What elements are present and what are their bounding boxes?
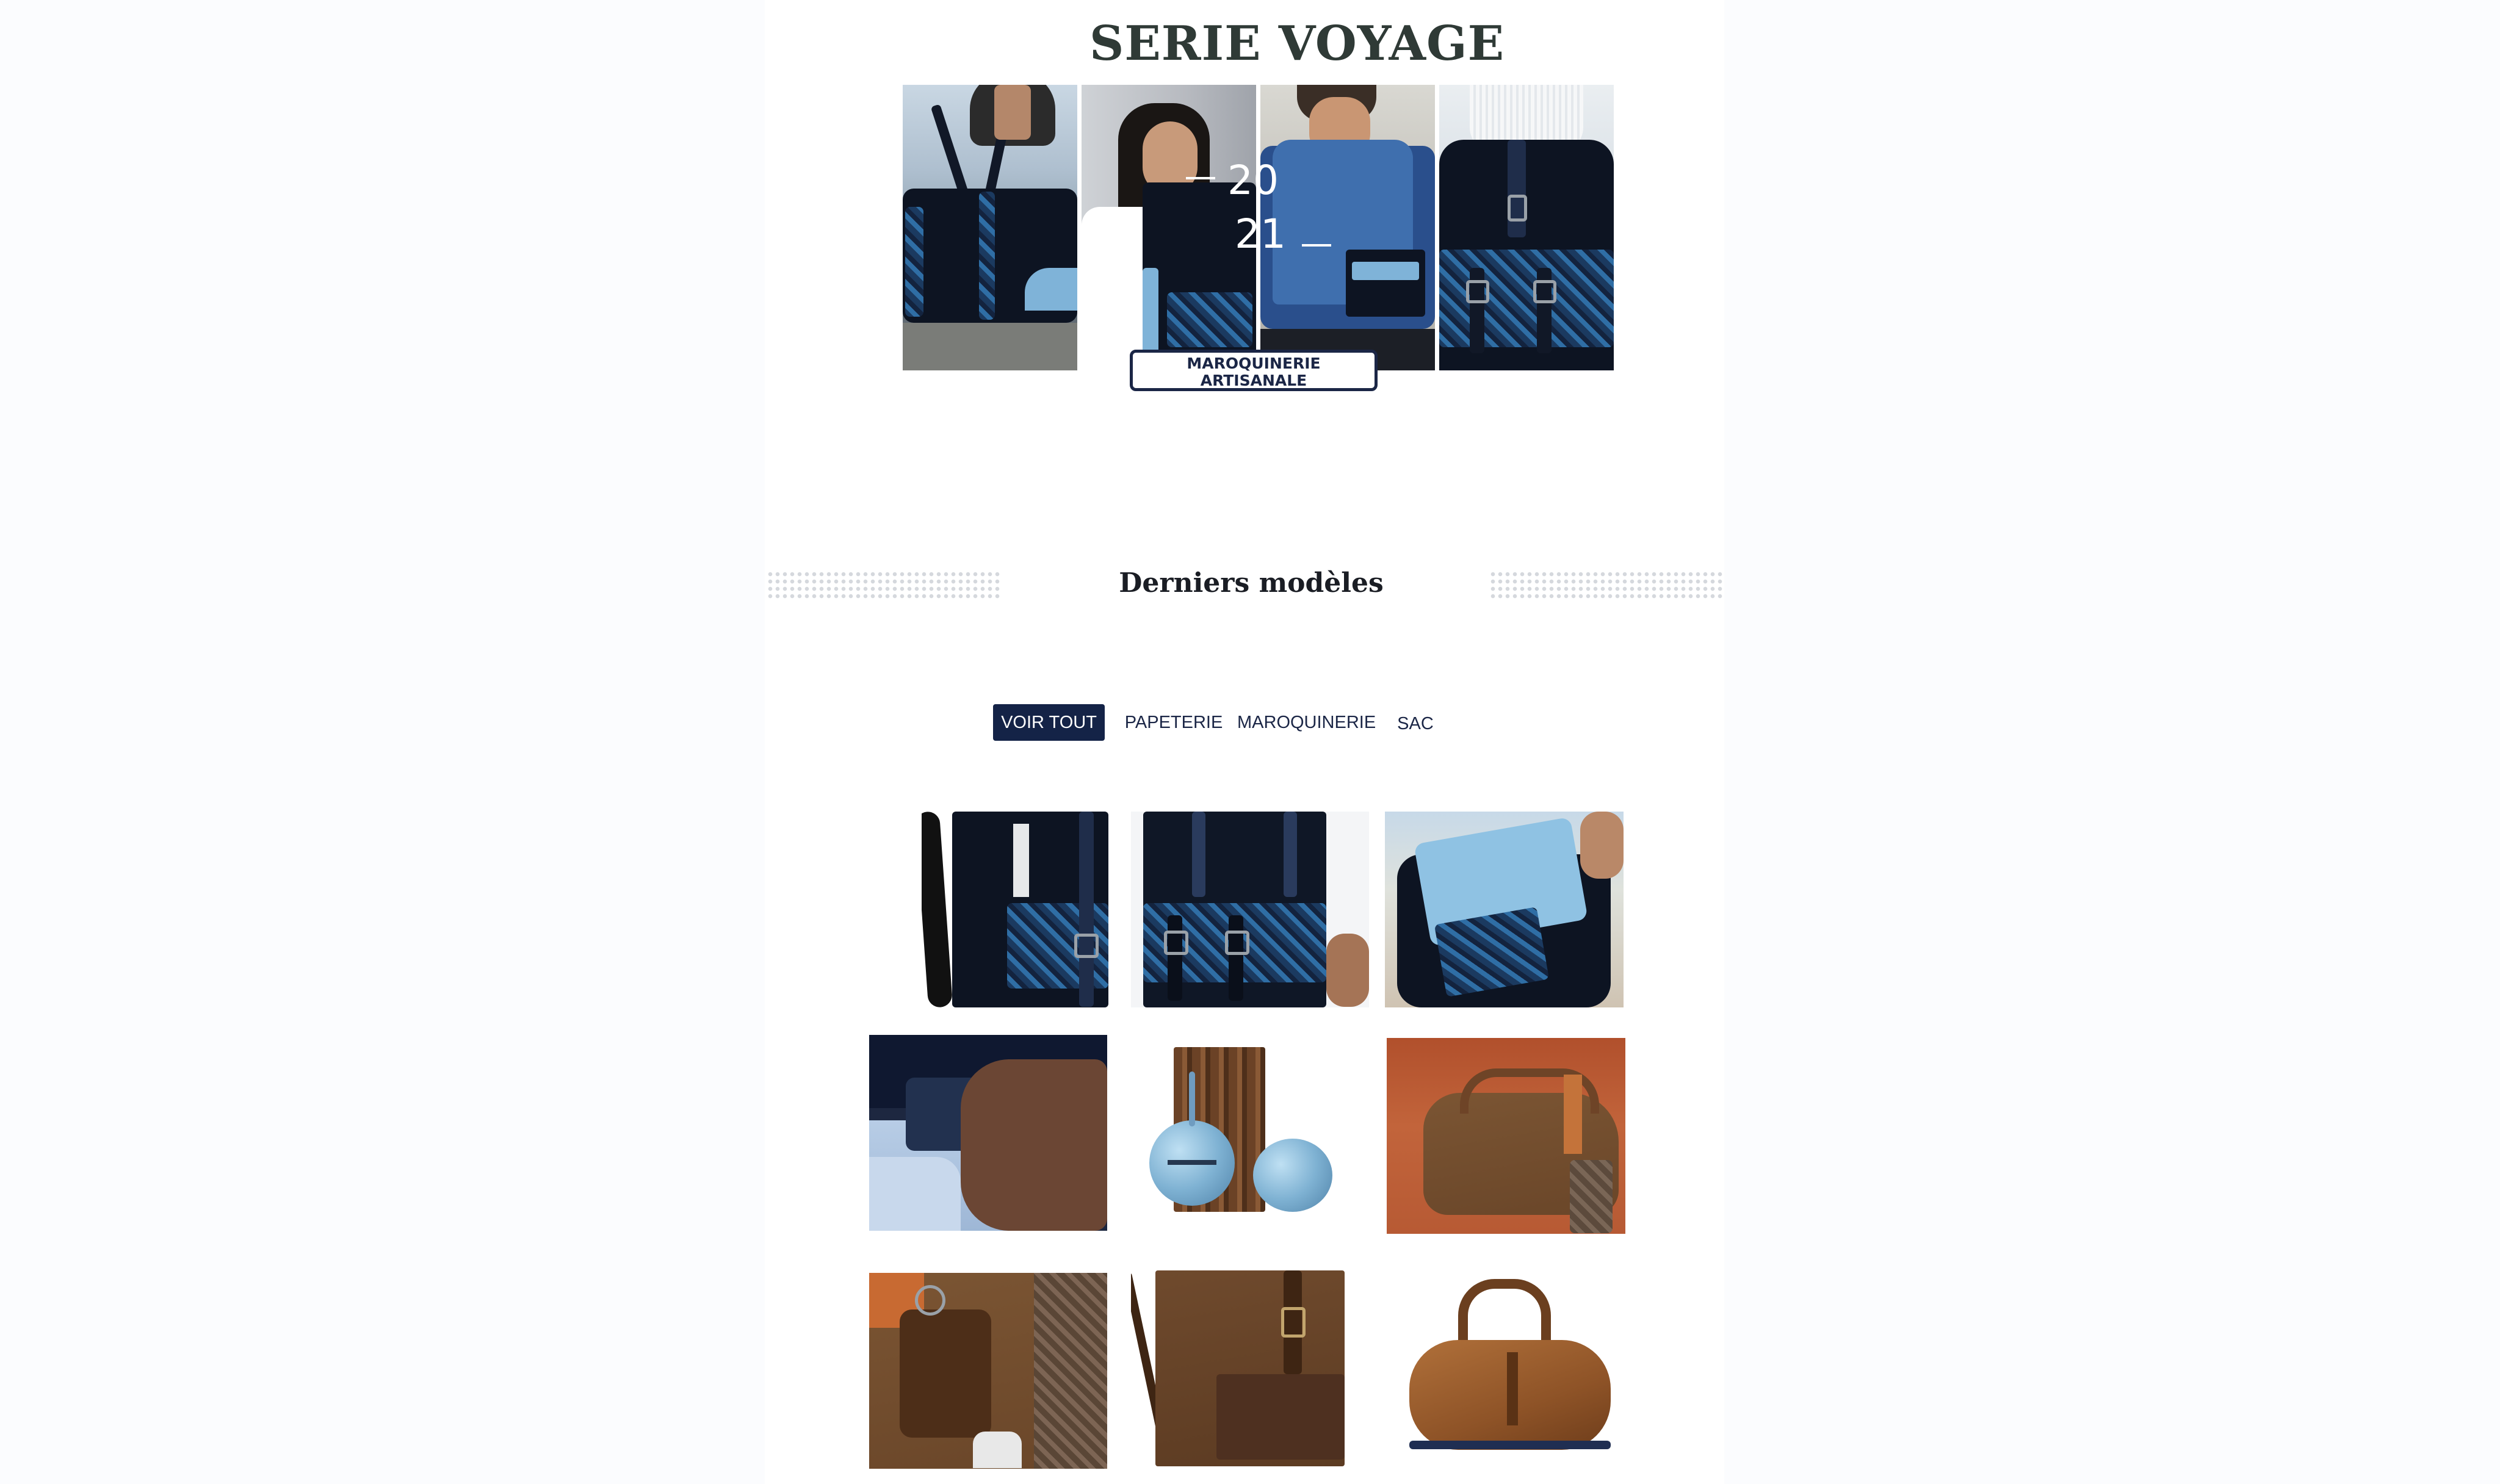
- filter-sac[interactable]: SAC: [1392, 705, 1439, 742]
- section-title: Derniers modèles: [1119, 567, 1384, 599]
- filter-maroquinerie[interactable]: MAROQUINERIE: [1237, 704, 1376, 741]
- year-dash-top: [1186, 177, 1215, 179]
- product-tile[interactable]: [1131, 1035, 1369, 1231]
- filter-voir-tout[interactable]: VOIR TOUT: [993, 704, 1105, 741]
- hero-title: SERIE VOYAGE: [1089, 13, 1504, 74]
- year-top: 20: [1227, 157, 1279, 204]
- product-tile[interactable]: [922, 812, 1108, 1007]
- badge-line-1: MAROQUINERIE: [1187, 355, 1321, 372]
- product-tile[interactable]: [1131, 812, 1369, 1007]
- year-bottom: 21: [1235, 211, 1286, 258]
- product-tile[interactable]: [1385, 1267, 1624, 1463]
- product-tile[interactable]: [869, 1035, 1107, 1231]
- product-tile[interactable]: [869, 1273, 1107, 1469]
- product-tile[interactable]: [1385, 812, 1624, 1007]
- product-tile[interactable]: [1387, 1038, 1625, 1234]
- dots-right-decoration: [1489, 571, 1725, 601]
- year-dash-bottom: [1302, 244, 1331, 247]
- banner-photo-1: [903, 85, 1077, 370]
- dots-left-decoration: [767, 571, 1002, 601]
- banner-photo-4: [1439, 85, 1614, 370]
- page: SERIE VOYAGE: [0, 0, 2500, 1484]
- banner-photo-3: [1260, 85, 1435, 370]
- product-tile[interactable]: [1131, 1270, 1369, 1466]
- banner-photo-2: [1082, 85, 1256, 370]
- filter-papeterie[interactable]: PAPETERIE: [1122, 704, 1226, 741]
- artisan-badge: MAROQUINERIE ARTISANALE: [1130, 350, 1378, 391]
- badge-line-2: ARTISANALE: [1200, 372, 1307, 389]
